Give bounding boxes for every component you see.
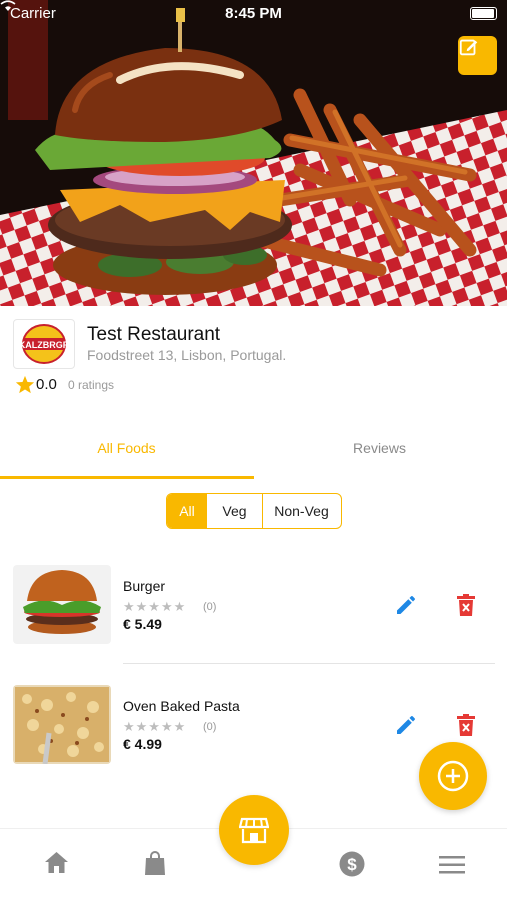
rating-value: 0.0: [36, 376, 57, 393]
pencil-icon[interactable]: [394, 593, 418, 617]
plus-circle-icon: [437, 760, 469, 792]
food-name: Burger: [123, 578, 166, 594]
home-icon[interactable]: [44, 851, 69, 874]
food-image: [13, 565, 111, 644]
food-rating-stars: ★★★★★: [123, 599, 187, 614]
food-rating-stars: ★★★★★: [123, 719, 187, 734]
food-type-filter: All Veg Non-Veg: [166, 493, 342, 529]
pencil-icon[interactable]: [394, 713, 418, 737]
status-time: 8:45 PM: [225, 5, 282, 22]
list-divider: [123, 663, 495, 664]
status-bar: Carrier 8:45 PM: [0, 0, 507, 28]
edit-square-icon: [459, 39, 478, 56]
edit-restaurant-button[interactable]: [458, 36, 497, 75]
filter-all[interactable]: All: [167, 494, 207, 528]
dollar-icon[interactable]: $: [339, 851, 365, 877]
battery-icon: [470, 7, 497, 20]
pasta-thumbnail: [13, 685, 111, 764]
restaurant-logo-text: KALZBRGR: [21, 340, 67, 350]
nav-store-button[interactable]: [219, 795, 289, 865]
burger-photo: [0, 0, 507, 306]
rating-count: 0 ratings: [68, 378, 115, 392]
food-rating-count: (0): [203, 721, 217, 733]
tab-reviews[interactable]: Reviews: [253, 425, 506, 479]
store-icon: [239, 817, 269, 844]
svg-text:$: $: [347, 855, 357, 874]
restaurant-logo-mark: KALZBRGR: [21, 324, 67, 364]
trash-icon[interactable]: [456, 593, 476, 617]
tab-bar: All Foods Reviews: [0, 425, 507, 481]
food-rating-count: (0): [203, 601, 217, 613]
hero-image: Carrier 8:45 PM: [0, 0, 507, 306]
restaurant-logo: KALZBRGR: [13, 319, 75, 369]
burger-thumbnail: [13, 565, 111, 644]
add-food-button[interactable]: [419, 742, 487, 810]
food-name: Oven Baked Pasta: [123, 698, 240, 714]
food-price: € 4.99: [123, 736, 162, 752]
restaurant-address: Foodstreet 13, Lisbon, Portugal.: [87, 347, 287, 363]
food-item[interactable]: Burger ★★★★★ (0) € 5.49: [0, 565, 507, 645]
menu-icon[interactable]: [439, 856, 465, 874]
tab-all-foods[interactable]: All Foods: [0, 425, 253, 479]
trash-icon[interactable]: [456, 713, 476, 737]
food-image: [13, 685, 111, 764]
filter-non-veg[interactable]: Non-Veg: [263, 494, 340, 528]
filter-veg[interactable]: Veg: [207, 494, 263, 528]
star-icon: [15, 375, 35, 394]
shopping-bag-icon[interactable]: [144, 851, 166, 876]
tab-indicator: [0, 476, 254, 479]
food-price: € 5.49: [123, 616, 162, 632]
restaurant-name: Test Restaurant: [87, 324, 221, 345]
